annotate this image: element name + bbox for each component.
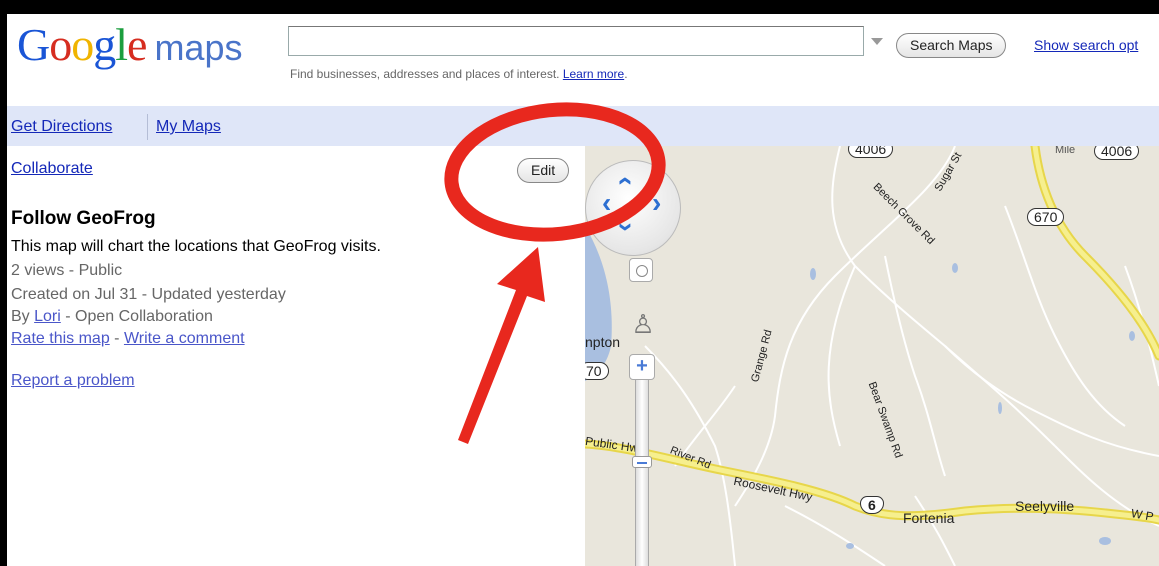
route-shield: 670 bbox=[1027, 208, 1065, 226]
report-problem-link[interactable]: Report a problem bbox=[11, 372, 135, 390]
nav-bar: Get Directions My Maps bbox=[7, 106, 1159, 146]
pan-control[interactable]: ‹ › ‹ › bbox=[585, 160, 681, 256]
map-views: 2 views - Public bbox=[11, 262, 123, 279]
map-label: Seelyville bbox=[1015, 498, 1075, 514]
search-hint: Find businesses, addresses and places of… bbox=[290, 67, 628, 81]
my-maps-link[interactable]: My Maps bbox=[156, 118, 221, 136]
collaborate-link[interactable]: Collaborate bbox=[11, 160, 93, 178]
search-input[interactable] bbox=[288, 26, 864, 56]
left-panel: Collaborate Edit Follow GeoFrog This map… bbox=[7, 146, 585, 566]
pegman-icon[interactable]: ♙ bbox=[631, 301, 655, 347]
show-search-options-link[interactable]: Show search opt bbox=[1034, 37, 1138, 53]
logo-letter: o bbox=[71, 19, 94, 70]
google-maps-logo[interactable]: Google maps bbox=[17, 18, 242, 71]
search-history-dropdown-icon[interactable] bbox=[871, 38, 883, 45]
logo-maps-word: maps bbox=[154, 27, 243, 68]
top-border bbox=[0, 0, 1159, 14]
search-hint-text: Find businesses, addresses and places of… bbox=[290, 67, 563, 81]
pan-up-icon[interactable]: ‹ bbox=[611, 176, 643, 185]
header: Google maps Search Maps Show search opt F… bbox=[7, 14, 1159, 106]
route-shield: 6 bbox=[860, 496, 884, 514]
left-border bbox=[0, 0, 7, 566]
rate-comment-line: Rate this map - Write a comment bbox=[11, 330, 245, 348]
map-description: This map will chart the locations that G… bbox=[11, 238, 381, 255]
route-shield: 4006 bbox=[1094, 146, 1140, 160]
map-dates: Created on Jul 31 - Updated yesterday bbox=[11, 286, 286, 303]
route-shield: 4006 bbox=[848, 146, 894, 158]
return-to-center-icon[interactable] bbox=[629, 258, 653, 282]
map-label: Mile bbox=[1055, 146, 1076, 156]
map-controls: ‹ › ‹ › ♙ + bbox=[585, 146, 705, 566]
logo-letter: e bbox=[127, 19, 147, 70]
map-label: Fortenia bbox=[903, 510, 955, 526]
map-author-line: By Lori - Open Collaboration bbox=[11, 308, 213, 326]
zoom-slider-handle[interactable] bbox=[632, 456, 652, 468]
author-suffix: - Open Collaboration bbox=[60, 308, 213, 325]
learn-more-link[interactable]: Learn more bbox=[563, 67, 624, 81]
map-title: Follow GeoFrog bbox=[11, 208, 156, 229]
logo-letter: g bbox=[93, 19, 116, 70]
logo-letter: G bbox=[17, 19, 50, 70]
rate-map-link[interactable]: Rate this map bbox=[11, 330, 110, 347]
get-directions-link[interactable]: Get Directions bbox=[11, 118, 112, 136]
pan-left-icon[interactable]: ‹ bbox=[602, 187, 611, 219]
zoom-slider-track[interactable] bbox=[635, 380, 649, 566]
author-prefix: By bbox=[11, 308, 35, 325]
nav-divider bbox=[147, 114, 148, 140]
zoom-in-button[interactable]: + bbox=[629, 354, 655, 380]
author-link[interactable]: Lori bbox=[34, 308, 61, 325]
search-hint-period: . bbox=[624, 67, 628, 81]
screenshot-frame: Google maps Search Maps Show search opt F… bbox=[0, 0, 1159, 566]
pan-down-icon[interactable]: › bbox=[611, 222, 643, 231]
write-comment-link[interactable]: Write a comment bbox=[124, 330, 245, 347]
edit-button[interactable]: Edit bbox=[517, 158, 570, 183]
logo-letter: l bbox=[115, 19, 128, 70]
pan-right-icon[interactable]: › bbox=[652, 187, 661, 219]
logo-letter: o bbox=[49, 19, 72, 70]
search-maps-button[interactable]: Search Maps bbox=[896, 33, 1007, 58]
rate-dash: - bbox=[109, 330, 124, 347]
